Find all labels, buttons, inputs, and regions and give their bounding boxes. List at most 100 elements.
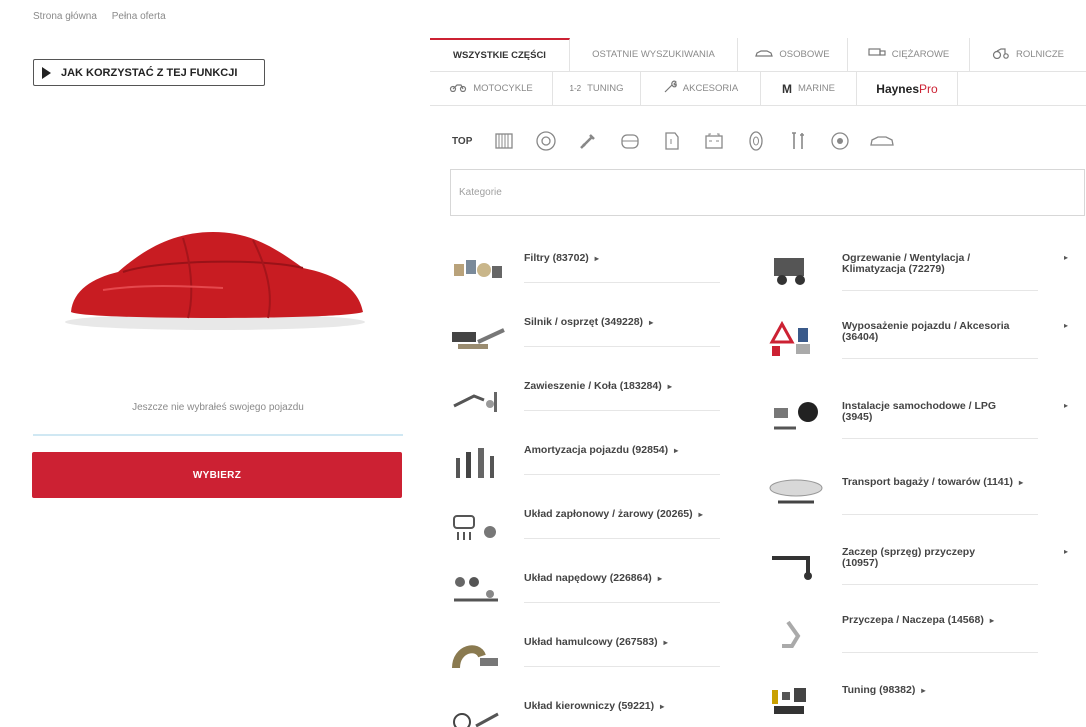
category-transport[interactable]: Transport bagaży / towarów (1141) ▸ xyxy=(768,474,1068,544)
spark-plug-icon[interactable] xyxy=(574,127,602,155)
caret-right-icon: ▸ xyxy=(663,638,668,647)
shock-absorbers-image xyxy=(450,442,506,482)
tab-marine[interactable]: M MARINE xyxy=(761,72,857,105)
category-hvac[interactable]: Ogrzewanie / Wentylacja / Klimatyzacja (7… xyxy=(768,250,1068,318)
category-text: (3945) xyxy=(842,411,873,423)
category-trailer[interactable]: Przyczepa / Naczepa (14568) ▸ xyxy=(768,612,1068,682)
category-label: Silnik / osprzęt (349228) ▸ xyxy=(524,317,653,328)
roof-box-image xyxy=(768,474,824,514)
category-label: Układ zapłonowy / żarowy (20265) ▸ xyxy=(524,509,703,520)
engine-image xyxy=(450,314,506,354)
tools-icon[interactable] xyxy=(784,127,812,155)
breadcrumb-full-offer[interactable]: Pełna oferta xyxy=(112,11,166,22)
category-divider xyxy=(842,358,1038,359)
drivetrain-image xyxy=(450,570,506,610)
category-label: Amortyzacja pojazdu (92854) ▸ xyxy=(524,445,678,456)
category-text: Przyczepa / Naczepa (14568) xyxy=(842,614,984,626)
category-text: Układ kierowniczy (59221) xyxy=(524,700,655,712)
tab-recent-searches-label: OSTATNIE WYSZUKIWANIA xyxy=(592,49,715,60)
tab-trucks[interactable]: CIĘŻAROWE xyxy=(848,38,970,71)
category-brakes[interactable]: Układ hamulcowy (267583) ▸ xyxy=(450,634,750,698)
category-divider xyxy=(524,474,720,475)
category-divider xyxy=(524,666,720,667)
quick-category-icons: TOP xyxy=(452,127,896,155)
category-suspension[interactable]: Zawieszenie / Koła (183284) ▸ xyxy=(450,378,750,442)
ignition-image xyxy=(450,506,506,546)
tractor-icon xyxy=(992,47,1010,62)
battery-icon[interactable] xyxy=(700,127,728,155)
radiator-icon[interactable] xyxy=(490,127,518,155)
choose-vehicle-button[interactable]: WYBIERZ xyxy=(32,452,402,498)
caret-right-icon: ▸ xyxy=(594,254,599,263)
caret-right-icon: ▸ xyxy=(989,616,994,625)
bearing-icon[interactable] xyxy=(826,127,854,155)
play-icon xyxy=(42,66,51,79)
category-text: Układ hamulcowy (267583) xyxy=(524,636,658,648)
equipment-image xyxy=(768,318,824,358)
how-to-button[interactable]: JAK KORZYSTAĆ Z TEJ FUNKCJI xyxy=(33,59,265,86)
category-label: Instalacje samochodowe / LPG (3945) xyxy=(842,401,996,423)
category-steering[interactable]: Układ kierowniczy (59221) ▸ xyxy=(450,698,750,727)
category-text: Klimatyzacja (72279) xyxy=(842,263,945,275)
category-label: Transport bagaży / towarów (1141) ▸ xyxy=(842,477,1023,488)
caret-right-icon: ▸ xyxy=(1018,478,1023,487)
car-outline-icon[interactable] xyxy=(868,127,896,155)
tab-recent-searches[interactable]: OSTATNIE WYSZUKIWANIA xyxy=(570,38,738,71)
caret-right-icon: ▸ xyxy=(1063,321,1068,330)
caret-right-icon: ▸ xyxy=(1063,253,1068,262)
tab-haynespro[interactable]: HaynesPro xyxy=(857,72,958,105)
tab-passenger[interactable]: OSOBOWE xyxy=(738,38,848,71)
tab-agricultural[interactable]: ROLNICZE xyxy=(970,38,1086,71)
category-divider xyxy=(842,438,1038,439)
filters-image xyxy=(450,250,506,290)
top-filter[interactable]: TOP xyxy=(452,136,476,147)
fuel-filter-icon[interactable] xyxy=(658,127,686,155)
engine-cover-icon[interactable] xyxy=(616,127,644,155)
caret-right-icon: ▸ xyxy=(698,510,703,519)
category-shock-absorbers[interactable]: Amortyzacja pojazdu (92854) ▸ xyxy=(450,442,750,506)
breadcrumb-home[interactable]: Strona główna xyxy=(33,11,97,22)
caret-right-icon: ▸ xyxy=(660,702,665,711)
suspension-image xyxy=(450,378,506,418)
category-list-right: Ogrzewanie / Wentylacja / Klimatyzacja (7… xyxy=(768,250,1068,727)
category-text: Tuning (98382) xyxy=(842,684,916,696)
category-filters[interactable]: Filtry (83702) ▸ xyxy=(450,250,750,314)
trailer-image xyxy=(768,612,824,652)
tab-accessories[interactable]: AKCESORIA xyxy=(641,72,761,105)
wheel-icon[interactable] xyxy=(742,127,770,155)
caret-right-icon: ▸ xyxy=(1063,401,1068,410)
tab-all-parts[interactable]: WSZYSTKIE CZĘŚCI xyxy=(430,38,570,71)
tab-motorcycles[interactable]: MOTOCYKLE xyxy=(430,72,553,105)
tuning-image xyxy=(768,682,824,722)
category-text: (10957) xyxy=(842,557,879,569)
category-tow-hitch[interactable]: Zaczep (sprzęg) przyczepy (10957) ▸ xyxy=(768,544,1068,612)
caret-right-icon: ▸ xyxy=(1063,547,1068,556)
tab-row-2: MOTOCYKLE 1-2 TUNING AKCESORIA M MARINE … xyxy=(430,72,1086,106)
category-divider xyxy=(524,282,720,283)
electrical-image xyxy=(768,398,824,438)
caret-right-icon: ▸ xyxy=(921,686,926,695)
category-drivetrain[interactable]: Układ napędowy (226864) ▸ xyxy=(450,570,750,634)
category-label: Zaczep (sprzęg) przyczepy (10957) xyxy=(842,547,975,569)
category-divider xyxy=(524,602,720,603)
tab-agricultural-label: ROLNICZE xyxy=(1015,49,1065,60)
category-engine[interactable]: Silnik / osprzęt (349228) ▸ xyxy=(450,314,750,378)
tab-tuning[interactable]: 1-2 TUNING xyxy=(553,72,641,105)
tab-accessories-label: AKCESORIA xyxy=(682,83,739,94)
category-input[interactable]: Kategorie xyxy=(450,169,1085,216)
tab-trucks-label: CIĘŻAROWE xyxy=(891,49,950,60)
caret-right-icon: ▸ xyxy=(649,318,654,327)
hvac-image xyxy=(768,250,824,290)
category-divider xyxy=(524,410,720,411)
category-electrical-lpg[interactable]: Instalacje samochodowe / LPG (3945) ▸ xyxy=(768,398,1068,474)
tab-all-parts-label: WSZYSTKIE CZĘŚCI xyxy=(453,50,546,61)
category-equipment[interactable]: Wyposażenie pojazdu / Akcesoria (36404) ▸ xyxy=(768,318,1068,398)
category-label: Ogrzewanie / Wentylacja / Klimatyzacja (7… xyxy=(842,253,970,275)
category-text: Amortyzacja pojazdu (92854) xyxy=(524,444,669,456)
category-ignition[interactable]: Układ zapłonowy / żarowy (20265) ▸ xyxy=(450,506,750,570)
category-tuning[interactable]: Tuning (98382) ▸ xyxy=(768,682,1068,727)
disc-icon[interactable] xyxy=(532,127,560,155)
category-text: Układ zapłonowy / żarowy (20265) xyxy=(524,508,693,520)
category-label: Przyczepa / Naczepa (14568) ▸ xyxy=(842,615,994,626)
category-label: Układ hamulcowy (267583) ▸ xyxy=(524,637,668,648)
